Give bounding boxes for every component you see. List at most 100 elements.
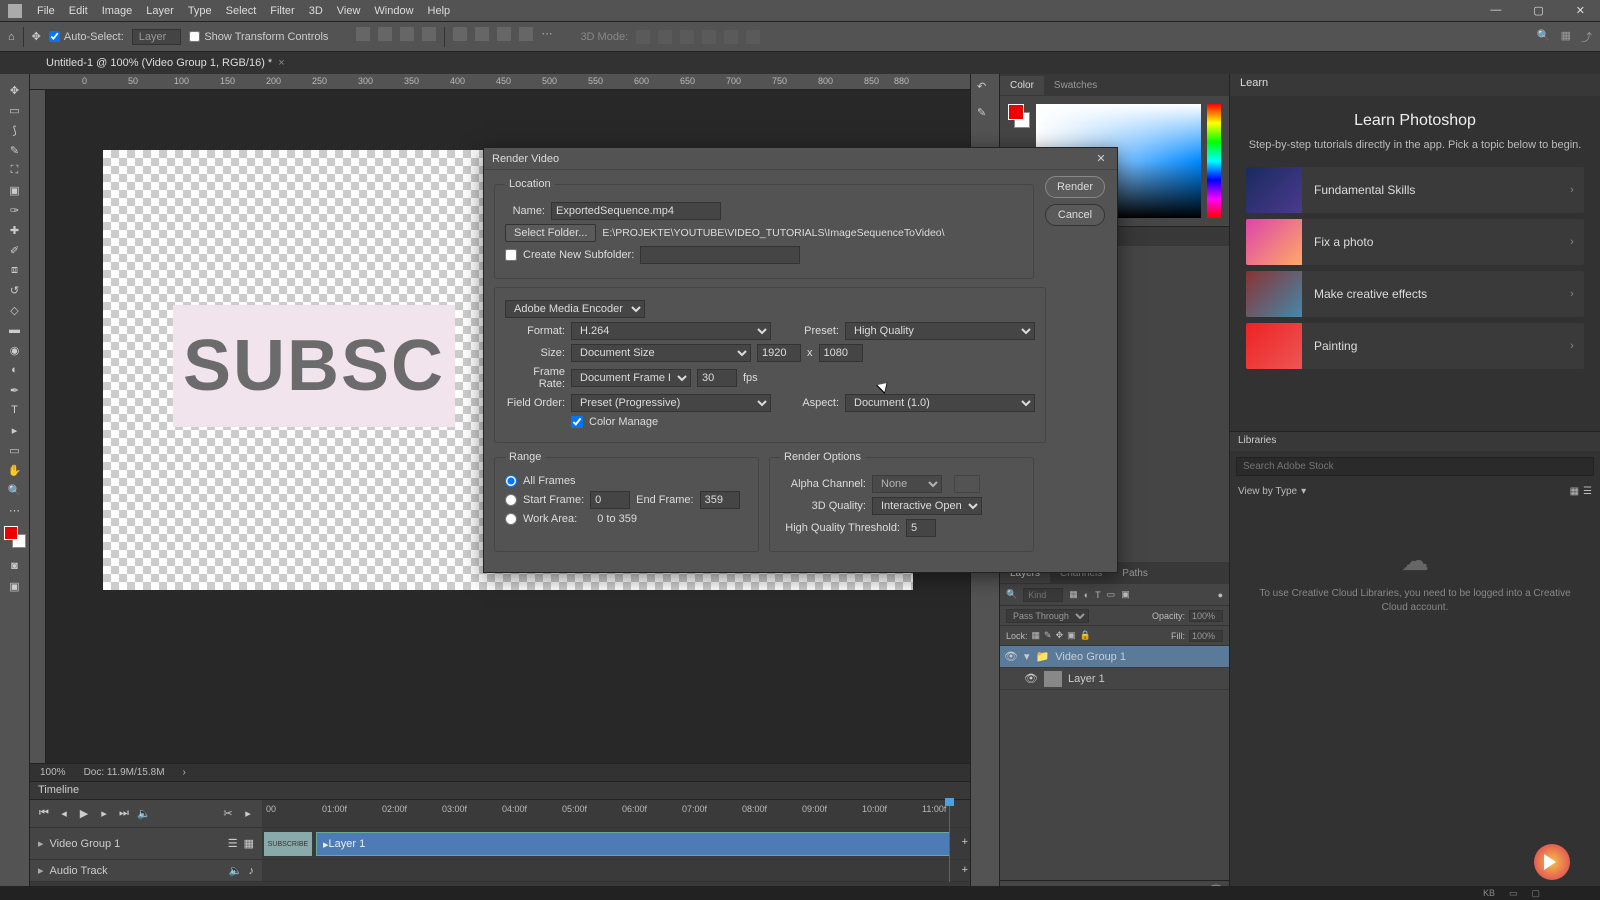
add-clip-icon[interactable]: + xyxy=(962,836,968,848)
create-subfolder-checkbox[interactable] xyxy=(505,249,517,261)
zoom-level[interactable]: 100% xyxy=(40,767,66,778)
quick-select-tool-icon[interactable]: ✎ xyxy=(1,140,29,160)
more-icon[interactable]: ⋯ xyxy=(541,27,552,47)
filter-search-icon[interactable]: 🔍 xyxy=(1006,589,1017,600)
auto-select-checkbox[interactable]: Auto-Select: xyxy=(49,31,124,43)
timeline-clips-lane[interactable]: SUBSCRIBE ▸ Layer 1 + xyxy=(262,828,970,860)
filter-type-icon[interactable]: T xyxy=(1095,590,1101,600)
clip-layer1[interactable]: ▸ Layer 1 xyxy=(316,832,950,856)
close-tab-icon[interactable]: × xyxy=(278,57,284,69)
screenmode-icon[interactable]: ▣ xyxy=(1,576,29,596)
playhead[interactable] xyxy=(949,800,950,882)
lock-trans-icon[interactable]: ▦ xyxy=(1032,630,1041,641)
paths-tab[interactable]: Paths xyxy=(1112,564,1158,583)
work-area-radio[interactable] xyxy=(505,513,517,525)
lock-pos-icon[interactable]: ✥ xyxy=(1056,630,1064,641)
menu-window[interactable]: Window xyxy=(367,5,420,17)
menu-help[interactable]: Help xyxy=(421,5,458,17)
tray-icon[interactable]: ▢ xyxy=(1531,888,1540,899)
lock-nest-icon[interactable]: ▣ xyxy=(1067,630,1076,641)
swatches-tab[interactable]: Swatches xyxy=(1044,76,1107,95)
track-note-icon[interactable]: ♪ xyxy=(249,865,255,877)
end-frame-input[interactable] xyxy=(700,491,740,509)
crop-tool-icon[interactable]: ⛶ xyxy=(1,160,29,180)
move-tool-icon[interactable]: ✥ xyxy=(1,80,29,100)
layer-thumbnail[interactable] xyxy=(1044,671,1062,687)
select-folder-button[interactable]: Select Folder... xyxy=(505,224,596,242)
layer-name[interactable]: Layer 1 xyxy=(1068,673,1105,685)
distribute-icon[interactable] xyxy=(475,27,489,41)
encoder-select[interactable]: Adobe Media Encoder xyxy=(505,300,645,318)
menu-image[interactable]: Image xyxy=(95,5,140,17)
play-icon[interactable]: ▶ xyxy=(76,806,92,822)
hue-slider[interactable] xyxy=(1207,104,1221,218)
start-frame-input[interactable] xyxy=(590,491,630,509)
history-icon[interactable]: ↶ xyxy=(977,80,993,96)
mute-icon[interactable]: 🔈 xyxy=(136,806,152,822)
distribute-icon[interactable] xyxy=(453,27,467,41)
learn-item-fundamentals[interactable]: Fundamental Skills› xyxy=(1246,167,1584,213)
filter-pixel-icon[interactable]: ▦ xyxy=(1069,589,1078,600)
quickmask-icon[interactable]: ◙ xyxy=(1,556,29,576)
learn-item-fix-photo[interactable]: Fix a photo› xyxy=(1246,219,1584,265)
filter-shape-icon[interactable]: ▭ xyxy=(1107,589,1116,600)
eraser-tool-icon[interactable]: ◇ xyxy=(1,300,29,320)
aspect-select[interactable]: Document (1.0) xyxy=(845,394,1035,412)
visibility-icon[interactable]: 👁 xyxy=(1004,650,1018,663)
menu-select[interactable]: Select xyxy=(219,5,264,17)
expand-icon[interactable]: ▾ xyxy=(1024,650,1030,663)
transition-icon[interactable]: ▸ xyxy=(240,806,256,822)
align-icon[interactable] xyxy=(356,27,370,41)
shape-tool-icon[interactable]: ▭ xyxy=(1,440,29,460)
lasso-tool-icon[interactable]: ⟆ xyxy=(1,120,29,140)
distribute-icon[interactable] xyxy=(497,27,511,41)
home-icon[interactable]: ⌂ xyxy=(8,31,15,43)
expand-icon[interactable]: ▸ xyxy=(38,837,44,850)
track-film-icon[interactable]: ▦ xyxy=(244,837,254,850)
visibility-icon[interactable]: 👁 xyxy=(1024,672,1038,685)
distribute-icon[interactable] xyxy=(519,27,533,41)
color-manage-checkbox[interactable] xyxy=(571,416,583,428)
render-button[interactable]: Render xyxy=(1045,176,1105,198)
align-icon[interactable] xyxy=(422,27,436,41)
filename-input[interactable] xyxy=(551,202,721,220)
timeline-tab[interactable]: Timeline xyxy=(30,782,970,800)
history-brush-tool-icon[interactable]: ↺ xyxy=(1,280,29,300)
zoom-tool-icon[interactable]: 🔍 xyxy=(1,480,29,500)
gradient-tool-icon[interactable]: ▬ xyxy=(1,320,29,340)
stamp-tool-icon[interactable]: ⧈ xyxy=(1,260,29,280)
hand-tool-icon[interactable]: ✋ xyxy=(1,460,29,480)
layer-filter-input[interactable] xyxy=(1023,588,1063,602)
framerate-input[interactable] xyxy=(697,369,737,387)
status-chevron-icon[interactable]: › xyxy=(183,767,186,778)
lock-paint-icon[interactable]: ✎ xyxy=(1044,630,1052,641)
align-icon[interactable] xyxy=(400,27,414,41)
3d-quality-select[interactable]: Interactive OpenGL xyxy=(872,497,982,515)
libraries-tab[interactable]: Libraries xyxy=(1230,431,1600,451)
grid-view-icon[interactable]: ▦ xyxy=(1570,486,1579,497)
preset-select[interactable]: High Quality xyxy=(845,322,1035,340)
video-group-track[interactable]: ▸ Video Group 1 ☰ ▦ xyxy=(30,828,262,860)
pen-tool-icon[interactable]: ✒ xyxy=(1,380,29,400)
format-select[interactable]: H.264 xyxy=(571,322,771,340)
menu-type[interactable]: Type xyxy=(181,5,219,17)
learn-item-effects[interactable]: Make creative effects› xyxy=(1246,271,1584,317)
layer-row-group[interactable]: 👁 ▾ 📁 Video Group 1 xyxy=(1000,646,1229,668)
add-audio-icon[interactable]: + xyxy=(962,864,968,876)
auto-select-dropdown[interactable]: Layer xyxy=(132,29,182,45)
show-transform-checkbox[interactable]: Show Transform Controls xyxy=(189,31,328,43)
path-select-tool-icon[interactable]: ▸ xyxy=(1,420,29,440)
split-icon[interactable]: ✂ xyxy=(220,806,236,822)
clip-thumbnail[interactable]: SUBSCRIBE xyxy=(264,832,312,856)
move-tool-icon[interactable]: ✥ xyxy=(32,30,41,43)
learn-tab[interactable]: Learn xyxy=(1230,74,1600,96)
brush-panel-icon[interactable]: ✎ xyxy=(977,106,993,122)
tray-icon[interactable]: ▭ xyxy=(1509,888,1518,899)
size-preset-select[interactable]: Document Size xyxy=(571,344,751,362)
layer-row[interactable]: 👁 Layer 1 xyxy=(1000,668,1229,690)
track-mute-icon[interactable]: 🔈 xyxy=(229,864,243,877)
color-tab[interactable]: Color xyxy=(1000,76,1044,95)
lock-all-icon[interactable]: 🔒 xyxy=(1080,630,1091,641)
share-icon[interactable]: ⤴ xyxy=(1581,29,1592,45)
menu-view[interactable]: View xyxy=(330,5,368,17)
